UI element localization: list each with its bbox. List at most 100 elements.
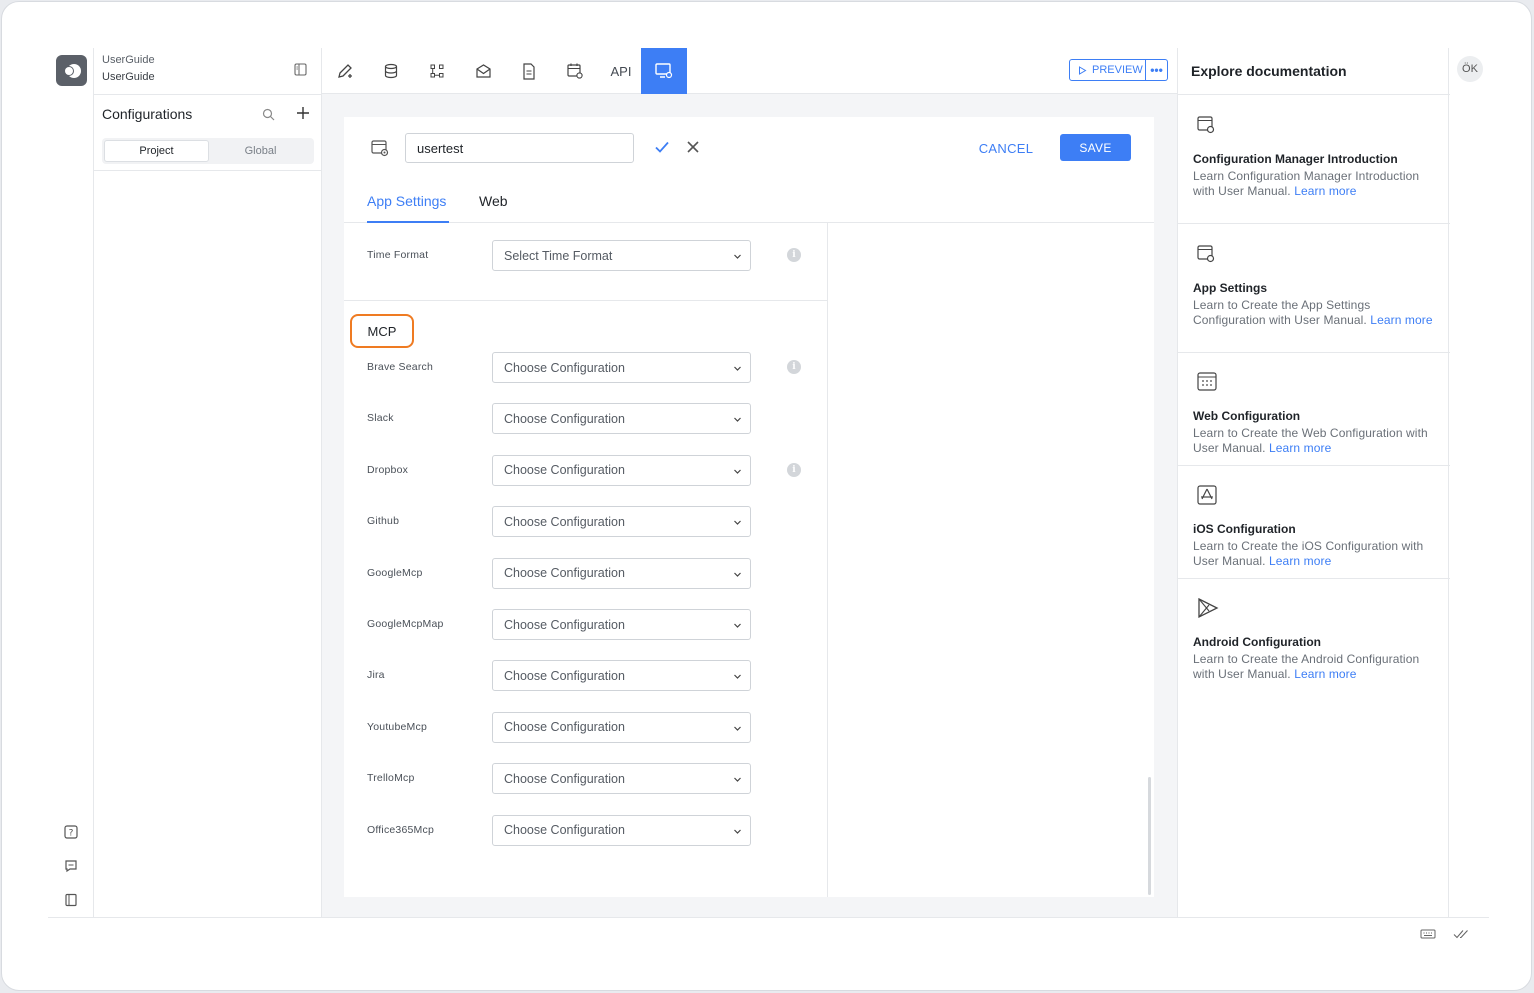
configuration-monitor-icon[interactable] — [641, 48, 687, 94]
mcp-config-select[interactable]: Choose Configuration — [492, 660, 751, 692]
preview-button[interactable]: PREVIEW — [1069, 59, 1146, 81]
help-icon[interactable]: ? — [48, 815, 94, 849]
user-avatar[interactable]: ÖK — [1457, 56, 1483, 82]
mcp-config-select[interactable]: Choose Configuration — [492, 403, 751, 435]
sidebar-title: Configurations — [102, 106, 193, 122]
mcp-config-value: Choose Configuration — [504, 771, 625, 786]
info-icon[interactable]: i — [787, 248, 801, 262]
doc-item[interactable]: App Settings Learn to Create the App Set… — [1178, 224, 1450, 353]
calendar-settings-icon[interactable] — [552, 48, 598, 94]
app-settings-icon — [1196, 244, 1216, 269]
segment-global[interactable]: Global — [209, 140, 312, 162]
chevron-down-icon — [734, 726, 741, 731]
learn-more-link[interactable]: Learn more — [1294, 667, 1356, 681]
ios-config-icon — [1196, 484, 1218, 511]
settings-form: Time Format Select Time Format i MCP Bra… — [344, 223, 828, 897]
double-check-icon[interactable] — [1453, 927, 1471, 945]
editor-tabs: App Settings Web — [344, 179, 1154, 223]
sidebar-collapse-icon[interactable] — [294, 63, 307, 81]
mcp-row: TrelloMcp Choose Configuration — [344, 763, 828, 795]
tab-web[interactable]: Web — [479, 193, 508, 209]
mcp-config-select[interactable]: Choose Configuration — [492, 557, 751, 589]
pen-tool-icon[interactable] — [322, 48, 368, 94]
learn-more-link[interactable]: Learn more — [1269, 554, 1331, 568]
configuration-name-input[interactable] — [405, 133, 634, 163]
project-info: UserGuide UserGuide — [102, 52, 155, 86]
mcp-config-select[interactable]: Choose Configuration — [492, 454, 751, 486]
mcp-config-value: Choose Configuration — [504, 823, 625, 838]
info-icon[interactable]: i — [787, 462, 801, 477]
workflow-icon[interactable] — [414, 48, 460, 94]
doc-item[interactable]: iOS Configuration Learn to Create the iO… — [1178, 466, 1450, 579]
learn-more-link[interactable]: Learn more — [1269, 441, 1331, 455]
doc-description: Learn to Create the Android Configuratio… — [1193, 652, 1433, 682]
search-icon[interactable] — [262, 108, 275, 126]
mcp-row: Slack Choose Configuration — [344, 403, 828, 435]
mcp-config-select[interactable]: Choose Configuration — [492, 763, 751, 795]
mcp-config-select[interactable]: Choose Configuration — [492, 609, 751, 640]
chevron-down-icon — [734, 572, 741, 577]
left-rail: ? — [48, 48, 94, 918]
footer-divider — [48, 917, 1489, 918]
preview-label: PREVIEW — [1092, 64, 1143, 76]
cancel-button[interactable]: CANCEL — [970, 134, 1042, 162]
time-format-select[interactable]: Select Time Format — [492, 240, 751, 271]
chat-icon[interactable] — [48, 849, 94, 883]
mcp-row-label: GoogleMcpMap — [367, 618, 444, 630]
configuration-icon — [370, 138, 390, 163]
more-options-button[interactable]: ••• — [1146, 59, 1168, 81]
chevron-down-icon — [734, 469, 741, 474]
sidebar: UserGuide UserGuide Configurations Proje… — [94, 48, 322, 918]
mcp-config-select[interactable]: Choose Configuration — [492, 352, 751, 383]
doc-item[interactable]: Android Configuration Learn to Create th… — [1178, 579, 1450, 709]
mcp-row: Jira Choose Configuration — [344, 660, 828, 692]
mcp-section-title: MCP — [350, 314, 414, 348]
configuration-editor-card: CANCEL SAVE App Settings Web Time Format… — [344, 117, 1154, 897]
time-format-label: Time Format — [367, 249, 429, 261]
documentation-panel: Explore documentation Configuration Mana… — [1177, 48, 1450, 918]
mcp-row: GoogleMcpMap Choose Configuration — [344, 609, 828, 641]
mcp-config-value: Choose Configuration — [504, 411, 625, 426]
add-configuration-icon[interactable] — [295, 105, 311, 126]
editor-header: CANCEL SAVE — [344, 117, 1154, 179]
web-config-icon — [1196, 371, 1218, 398]
mcp-config-select[interactable]: Choose Configuration — [492, 814, 751, 846]
doc-item[interactable]: Web Configuration Learn to Create the We… — [1178, 353, 1450, 466]
tab-app-settings[interactable]: App Settings — [367, 193, 446, 209]
sidebar-divider — [94, 170, 322, 171]
save-button[interactable]: SAVE — [1060, 134, 1131, 161]
chevron-down-icon — [734, 829, 741, 834]
mcp-config-value: Choose Configuration — [504, 463, 625, 478]
segment-project[interactable]: Project — [104, 140, 209, 162]
mcp-row-label: Slack — [367, 412, 394, 425]
doc-item[interactable]: Configuration Manager Introduction Learn… — [1178, 95, 1450, 224]
database-icon[interactable] — [368, 48, 414, 94]
mcp-config-value: Choose Configuration — [504, 360, 625, 375]
section-divider — [344, 300, 828, 301]
mcp-row: Office365Mcp Choose Configuration — [344, 814, 828, 847]
play-icon — [1079, 65, 1087, 75]
app-logo[interactable] — [56, 55, 87, 86]
mcp-row-label: Brave Search — [367, 361, 434, 373]
time-format-placeholder: Select Time Format — [504, 248, 613, 263]
docs-title: Explore documentation — [1191, 63, 1347, 79]
keyboard-icon[interactable] — [1420, 927, 1436, 945]
mcp-config-value: Choose Configuration — [504, 566, 625, 581]
api-tab[interactable]: API — [598, 48, 644, 94]
mcp-row-label: Github — [367, 515, 400, 528]
info-icon[interactable]: i — [787, 360, 801, 374]
app-window: ? UserGuide UserGuide Configurations Pro… — [1, 1, 1532, 991]
scrollbar[interactable] — [1148, 777, 1151, 895]
chevron-down-icon — [734, 520, 741, 526]
confirm-name-icon[interactable] — [654, 139, 670, 160]
learn-more-link[interactable]: Learn more — [1294, 184, 1356, 198]
doc-desc-text: Learn to Create the App Settings Configu… — [1193, 298, 1371, 328]
project-subtitle: UserGuide — [102, 71, 155, 83]
book-icon[interactable] — [48, 883, 94, 917]
mcp-config-select[interactable]: Choose Configuration — [492, 711, 751, 743]
mail-icon[interactable] — [460, 48, 506, 94]
document-icon[interactable] — [506, 48, 552, 94]
discard-name-icon[interactable] — [686, 140, 700, 159]
learn-more-link[interactable]: Learn more — [1370, 313, 1432, 327]
mcp-config-select[interactable]: Choose Configuration — [492, 506, 751, 538]
